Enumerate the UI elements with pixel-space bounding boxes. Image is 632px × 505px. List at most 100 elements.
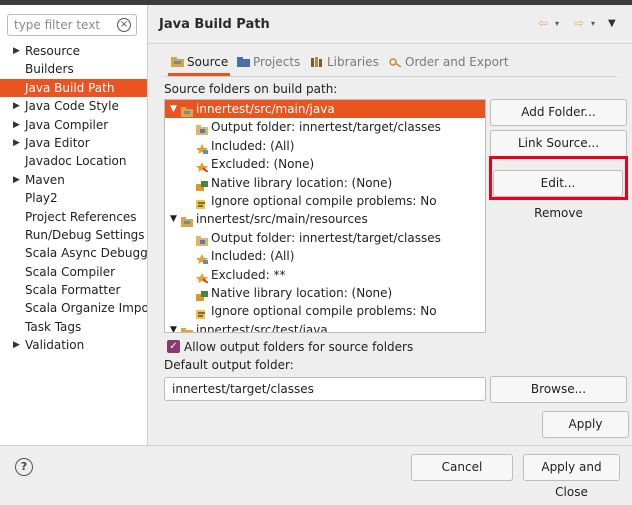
default-output-folder-field — [164, 377, 486, 401]
sidebar-item[interactable]: Task Tags — [0, 318, 147, 336]
sidebar-item[interactable]: Builders — [0, 60, 147, 78]
attribute-icon — [196, 288, 208, 301]
attribute-icon — [196, 122, 208, 136]
view-menu-icon[interactable]: ▼ — [608, 18, 616, 29]
edit-button-highlight-box — [489, 156, 628, 200]
tree-row-label: Included: (All) — [211, 138, 295, 153]
expand-arrow-icon[interactable]: ▶ — [13, 134, 20, 152]
expand-arrow-icon[interactable]: ▶ — [13, 171, 20, 189]
sidebar-item-label: Scala Async Debugger — [25, 246, 147, 261]
tab-order-and-export[interactable]: Order and Export — [389, 50, 509, 74]
sidebar-item[interactable]: Scala Async Debugger — [0, 244, 147, 262]
link-source-button[interactable]: Link Source... — [490, 130, 627, 157]
apply-and-close-button[interactable]: Apply and Close — [523, 454, 620, 499]
tab-libraries[interactable]: Libraries — [311, 50, 379, 74]
filter-input[interactable] — [14, 17, 114, 33]
sidebar-item[interactable]: Javadoc Location — [0, 152, 147, 170]
sidebar-item-label: Scala Compiler — [25, 264, 116, 279]
tree-row-label: Native library location: (None) — [211, 286, 393, 300]
tab-projects[interactable]: Projects — [237, 50, 300, 74]
sidebar-item[interactable]: ▶ Maven — [0, 171, 147, 189]
tree-row-label: innertest/src/main/java — [196, 102, 335, 116]
sidebar-item[interactable]: Play2 — [0, 189, 147, 207]
filter-box: × — [7, 14, 137, 36]
source-attribute-row[interactable]: Output folder: innertest/target/classes — [165, 229, 485, 247]
attribute-icon — [196, 270, 209, 284]
expand-arrow-icon[interactable]: ▶ — [13, 97, 20, 115]
help-icon[interactable]: ? — [15, 458, 33, 476]
sidebar-item-label: Project References — [25, 209, 137, 224]
source-folder-row[interactable]: ▼ innertest/src/main/java — [165, 100, 485, 119]
page-title: Java Build Path — [159, 17, 270, 32]
tree-row-label: Ignore optional compile problems: No — [211, 304, 437, 319]
tab-projects-label: Projects — [253, 55, 301, 69]
tree-row-label: Output folder: innertest/target/classes — [211, 120, 441, 135]
back-arrow-icon[interactable]: ⇦ — [538, 16, 548, 30]
sidebar-item-label: Scala Formatter — [25, 283, 121, 298]
header-separator — [148, 43, 632, 44]
sidebar-item-label: Java Compiler — [25, 117, 109, 132]
order-export-icon — [389, 51, 402, 68]
add-folder-button[interactable]: Add Folder... — [490, 99, 627, 126]
sidebar-item-label: Task Tags — [25, 319, 82, 334]
expand-arrow-icon[interactable]: ▶ — [13, 336, 20, 354]
tree-row-label: Included: (All) — [211, 249, 295, 264]
sidebar-item[interactable]: ▶ Java Code Style — [0, 97, 147, 115]
package-folder-icon — [181, 214, 193, 228]
allow-output-folders-checkbox[interactable]: ✓ — [167, 340, 180, 353]
sidebar-item[interactable]: Scala Organize Imports — [0, 299, 147, 317]
collapse-arrow-icon[interactable]: ▼ — [170, 100, 177, 118]
apply-button[interactable]: Apply — [542, 411, 629, 438]
collapse-arrow-icon[interactable]: ▼ — [170, 321, 177, 332]
expand-arrow-icon[interactable]: ▶ — [13, 116, 20, 134]
sidebar-item-label: Builders — [25, 62, 74, 77]
sidebar-item-label: Java Editor — [25, 135, 90, 150]
source-attribute-row[interactable]: Output folder: innertest/target/classes — [165, 118, 485, 136]
remove-button[interactable]: Remove — [490, 200, 627, 227]
forward-arrow-icon[interactable]: ⇨ — [574, 16, 584, 30]
sidebar-item[interactable]: Scala Formatter — [0, 281, 147, 299]
back-menu-chevron-icon[interactable]: ▾ — [555, 19, 559, 28]
sidebar-item[interactable]: Project References — [0, 208, 147, 226]
sidebar-item[interactable]: Java Build Path — [0, 78, 147, 98]
source-attribute-row[interactable]: Native library location: (None) — [165, 174, 485, 192]
browse-button[interactable]: Browse... — [490, 376, 627, 403]
tab-source-label: Source — [187, 55, 229, 69]
tree-row-label: Excluded: ** — [211, 267, 286, 282]
source-folders-tree[interactable]: ▼ innertest/src/main/java Output folder: i… — [164, 99, 486, 333]
attribute-icon — [196, 196, 208, 209]
expand-arrow-icon[interactable]: ▶ — [13, 42, 20, 60]
source-attribute-row[interactable]: Excluded: ** — [165, 266, 485, 284]
tree-row-label: innertest/src/test/java — [196, 322, 328, 333]
source-attribute-row[interactable]: Native library location: (None) — [165, 284, 485, 302]
clear-filter-icon[interactable]: × — [117, 18, 131, 32]
sidebar-item-label: Java Code Style — [25, 99, 119, 114]
cancel-button[interactable]: Cancel — [411, 454, 513, 481]
projects-icon — [237, 51, 250, 67]
source-attribute-row[interactable]: Ignore optional compile problems: No — [165, 302, 485, 320]
sidebar-item-label: Maven — [25, 172, 65, 187]
sidebar-item[interactable]: ▶ Validation — [0, 336, 147, 354]
attribute-icon — [196, 159, 209, 173]
tab-source[interactable]: Source — [171, 50, 228, 74]
tree-row-label: Output folder: innertest/target/classes — [211, 230, 441, 245]
sidebar-item[interactable]: ▶ Resource — [0, 42, 147, 60]
sidebar-item-label: Javadoc Location — [25, 154, 127, 169]
source-attribute-row[interactable]: Ignore optional compile problems: No — [165, 192, 485, 210]
source-attribute-row[interactable]: Included: (All) — [165, 137, 485, 155]
forward-menu-chevron-icon[interactable]: ▾ — [591, 19, 595, 28]
sidebar-item-label: Scala Organize Imports — [25, 301, 147, 316]
sidebar-item[interactable]: ▶ Java Compiler — [0, 116, 147, 134]
sidebar-item[interactable]: ▶ Java Editor — [0, 134, 147, 152]
collapse-arrow-icon[interactable]: ▼ — [170, 210, 177, 228]
source-attribute-row[interactable]: Excluded: (None) — [165, 155, 485, 173]
source-folder-row[interactable]: ▼ innertest/src/test/java — [165, 321, 485, 333]
package-folder-icon — [181, 325, 193, 332]
tree-row-label: innertest/src/main/resources — [196, 212, 368, 227]
tree-row-label: Native library location: (None) — [211, 175, 393, 190]
source-attribute-row[interactable]: Included: (All) — [165, 247, 485, 265]
source-folder-row[interactable]: ▼ innertest/src/main/resources — [165, 210, 485, 228]
default-output-folder-input[interactable] — [172, 381, 472, 397]
sidebar-item[interactable]: Scala Compiler — [0, 263, 147, 281]
sidebar-item[interactable]: Run/Debug Settings — [0, 226, 147, 244]
